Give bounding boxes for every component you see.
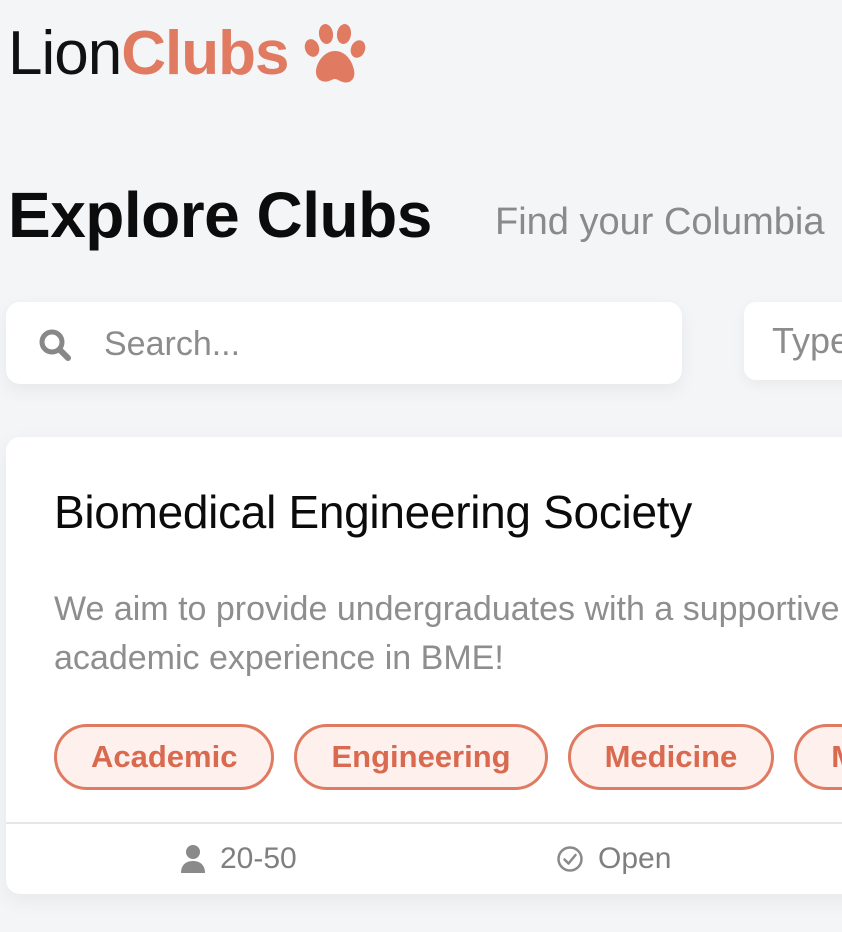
membership-status: Open	[556, 842, 671, 876]
type-filter-select[interactable]: Type	[744, 302, 842, 380]
member-count: 20-50	[180, 842, 297, 876]
search-input[interactable]	[102, 320, 666, 368]
card-footer: 20-50 Open	[6, 822, 842, 894]
member-count-value: 20-50	[220, 842, 297, 875]
user-icon	[181, 845, 205, 873]
logo-text-lion: Lion	[8, 19, 122, 88]
check-circle-icon	[557, 846, 583, 872]
club-name[interactable]: Biomedical Engineering Society	[54, 485, 692, 539]
club-description: We aim to provide undergraduates with a …	[54, 590, 840, 677]
type-filter-label: Type	[772, 320, 842, 361]
page: Lion Clubs Explore Clubs Find your Columb…	[0, 0, 842, 932]
page-subtitle: Find your Columbia	[495, 201, 825, 243]
club-tags: Academic Engineering Medicine Me	[54, 724, 842, 790]
paw-icon	[302, 22, 366, 86]
logo[interactable]: Lion Clubs	[8, 22, 366, 86]
page-title: Explore Clubs	[8, 179, 432, 251]
tag-academic[interactable]: Academic	[54, 724, 275, 790]
club-card[interactable]: Biomedical Engineering Society We aim to…	[6, 437, 842, 894]
tag-medicine[interactable]: Medicine	[567, 724, 775, 790]
search-box[interactable]	[6, 302, 682, 384]
logo-text-clubs: Clubs	[121, 19, 289, 88]
tag-engineering[interactable]: Engineering	[294, 724, 548, 790]
membership-status-value: Open	[598, 842, 672, 875]
tag-me[interactable]: Me	[794, 724, 842, 790]
search-icon	[36, 326, 74, 364]
